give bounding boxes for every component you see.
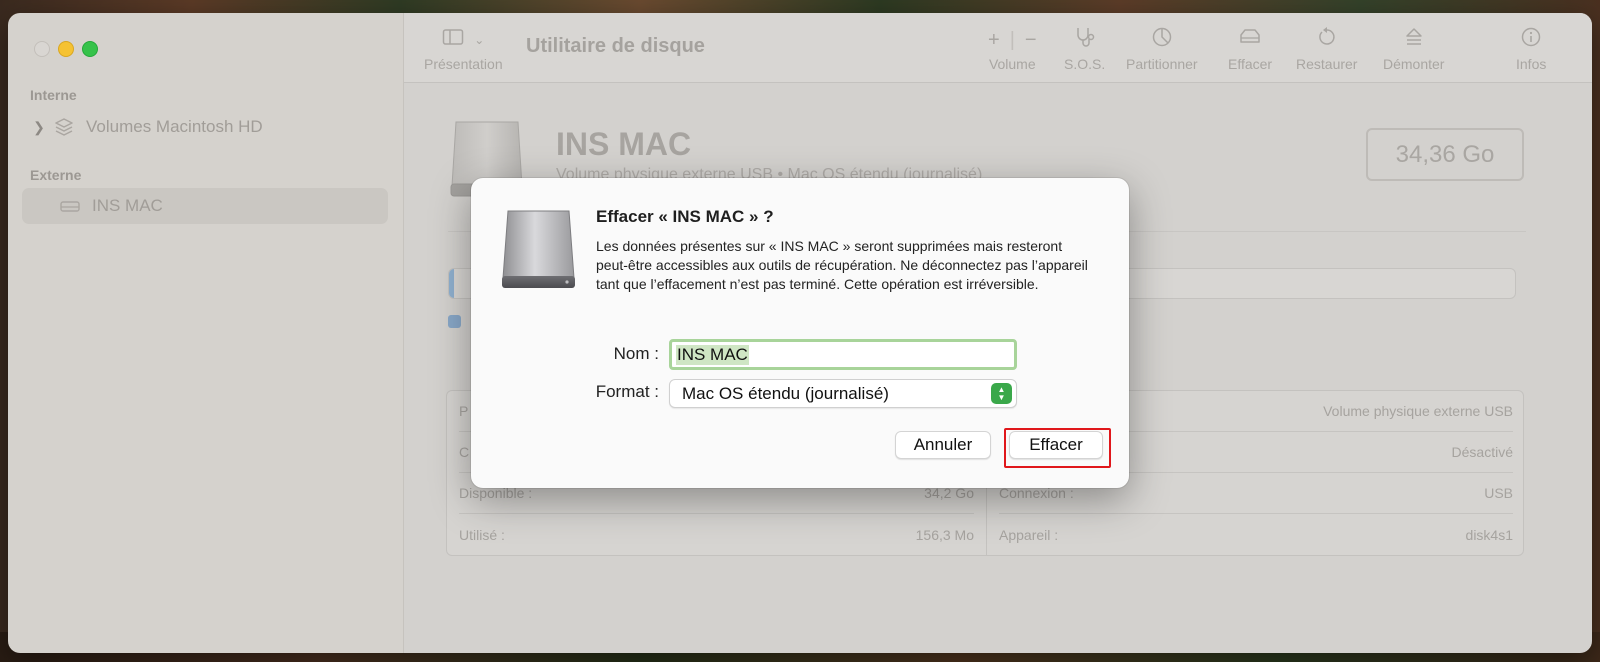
first-aid-button[interactable]: S.O.S. [1064, 27, 1105, 72]
close-button[interactable] [34, 41, 50, 57]
cancel-button[interactable]: Annuler [895, 431, 991, 459]
disk-name: INS MAC [556, 126, 692, 162]
first-aid-label: S.O.S. [1064, 56, 1106, 72]
minus-icon[interactable]: − [1025, 29, 1037, 52]
usage-legend-swatch [448, 315, 461, 328]
info-label: Infos [1516, 56, 1547, 72]
sidebar-item-ins-mac[interactable]: INS MAC [22, 188, 388, 224]
sidebar-item-label: INS MAC [92, 196, 163, 215]
dialog-message: Les données présentes sur « INS MAC » se… [596, 238, 1088, 292]
window-controls [34, 41, 98, 57]
info-value: Désactivé [1451, 444, 1513, 460]
info-value: disk4s1 [1465, 526, 1513, 543]
erase-button-highlight [1004, 428, 1111, 468]
info-row: Utilisé : 156,3 Mo [459, 514, 974, 555]
pie-chart-icon [1151, 26, 1173, 54]
zoom-button[interactable] [82, 41, 98, 57]
restore-button[interactable]: Restaurer [1296, 27, 1357, 72]
volume-label: Volume [988, 56, 1036, 72]
stethoscope-icon [1073, 26, 1097, 54]
sidebar-item-label: Volumes Macintosh HD [86, 117, 263, 136]
select-stepper-icon: ▲ ▼ [991, 383, 1012, 404]
sidebar-section-internal: Interne [30, 87, 77, 103]
sidebar-item-macintosh-hd[interactable]: ❯ Volumes Macintosh HD [22, 109, 388, 145]
erase-toolbar-button[interactable]: Effacer [1228, 27, 1272, 72]
restore-label: Restaurer [1296, 56, 1358, 72]
usage-bar-fill [449, 269, 455, 298]
info-label: Appareil : [999, 526, 1059, 543]
dialog-title: Effacer « INS MAC » ? [596, 207, 774, 226]
minimize-button[interactable] [58, 41, 74, 57]
info-label: Utilisé : [459, 526, 505, 543]
chevron-right-icon[interactable]: ❯ [28, 119, 50, 136]
capacity-badge: 34,36 Go [1366, 128, 1524, 181]
eraser-icon [1237, 27, 1263, 53]
chevron-down-icon: ⌄ [474, 33, 485, 47]
eject-icon [1403, 26, 1425, 54]
external-drive-icon [499, 208, 579, 297]
format-select-value: Mac OS étendu (journalisé) [682, 383, 889, 403]
info-label: P [459, 403, 469, 419]
name-field-value[interactable]: INS MAC [676, 344, 749, 365]
name-field[interactable]: INS MAC [669, 339, 1017, 370]
unmount-label: Démonter [1383, 56, 1445, 72]
layers-icon [50, 116, 78, 138]
toolbar: ⌄ Présentation Utilitaire de disque + | … [404, 13, 1592, 83]
sidebar: Interne ❯ Volumes Macintosh HD Externe I… [8, 13, 404, 653]
info-icon [1520, 26, 1542, 54]
unmount-button[interactable]: Démonter [1383, 27, 1444, 72]
info-row: Appareil : disk4s1 [999, 514, 1513, 555]
info-value: Volume physique externe USB [1323, 403, 1513, 419]
partition-button[interactable]: Partitionner [1126, 27, 1198, 72]
info-value: 156,3 Mo [915, 526, 974, 543]
sidebar-section-external: Externe [30, 167, 82, 183]
info-label: C [459, 444, 470, 460]
partition-label: Partitionner [1126, 56, 1198, 72]
info-value: USB [1484, 485, 1513, 501]
format-select[interactable]: Mac OS étendu (journalisé) ▲ ▼ [669, 379, 1017, 408]
info-button[interactable]: Infos [1516, 27, 1546, 72]
view-label: Présentation [424, 56, 503, 72]
name-label: Nom : [613, 344, 659, 363]
erase-toolbar-label: Effacer [1228, 56, 1273, 72]
view-button[interactable]: ⌄ Présentation [424, 27, 503, 72]
restore-icon [1316, 26, 1338, 54]
plus-icon[interactable]: + [988, 29, 1000, 52]
window-title: Utilitaire de disque [526, 35, 705, 57]
sidebar-icon [442, 28, 464, 52]
external-drive-icon [56, 198, 84, 214]
format-label: Format : [595, 382, 659, 401]
volume-button[interactable]: + | − Volume [988, 27, 1037, 73]
